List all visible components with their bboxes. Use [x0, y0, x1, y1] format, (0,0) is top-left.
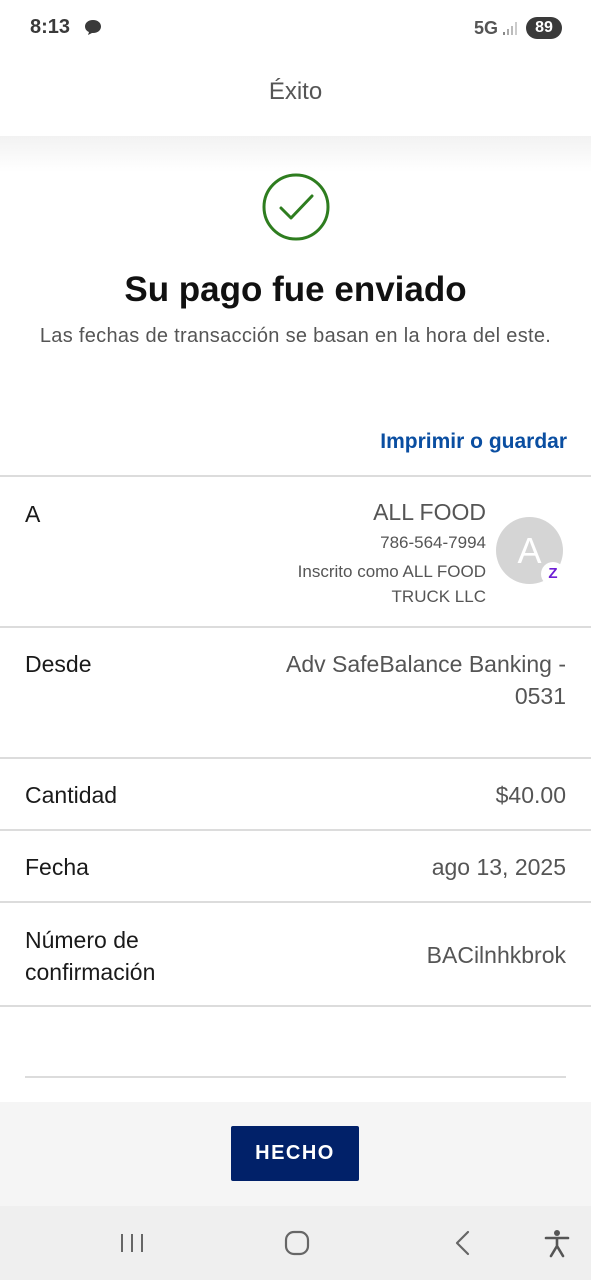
payee-enrolled-as: Inscrito como ALL FOOD TRUCK LLC	[297, 562, 486, 606]
amount-value: $40.00	[495, 782, 566, 808]
status-bar: 8:13 5G 89	[0, 0, 591, 56]
message-icon	[85, 20, 101, 35]
divider	[0, 829, 591, 831]
success-check-icon	[262, 173, 330, 241]
home-icon[interactable]	[282, 1228, 312, 1258]
date-label: Fecha	[25, 854, 89, 880]
print-or-save-link[interactable]: Imprimir o guardar	[380, 430, 567, 454]
system-nav-bar	[0, 1206, 591, 1280]
divider	[25, 1076, 566, 1078]
status-time: 8:13	[30, 16, 71, 38]
recent-apps-icon[interactable]	[117, 1228, 147, 1258]
divider	[0, 901, 591, 903]
success-subtitle: Las fechas de transacción se basan en la…	[39, 325, 552, 347]
amount-label: Cantidad	[25, 782, 118, 808]
divider	[0, 626, 591, 628]
signal-icon	[503, 22, 517, 35]
divider	[0, 1005, 591, 1007]
payee-phone: 786-564-7994	[380, 533, 486, 552]
to-label: A	[25, 501, 41, 527]
divider	[0, 757, 591, 759]
payee-name: ALL FOOD	[373, 499, 486, 525]
network-label: 5G	[474, 18, 499, 38]
header-shadow	[0, 136, 591, 172]
app-header: Éxito	[0, 56, 591, 136]
date-value: ago 13, 2025	[431, 854, 566, 880]
done-button[interactable]: HECHO	[231, 1126, 359, 1181]
from-label: Desde	[25, 651, 92, 677]
from-account-value: Adv SafeBalance Banking - 0531	[285, 651, 566, 709]
battery-indicator: 89	[526, 17, 562, 39]
divider	[0, 475, 591, 477]
zelle-badge-icon: Z	[541, 562, 565, 586]
back-icon[interactable]	[448, 1228, 478, 1258]
success-title: Su pago fue enviado	[124, 270, 467, 309]
accessibility-icon[interactable]	[542, 1228, 572, 1258]
page-title: Éxito	[268, 78, 323, 105]
confirmation-value: BACilnhkbrok	[426, 942, 566, 968]
confirmation-label: Número de confirmación	[25, 927, 156, 985]
